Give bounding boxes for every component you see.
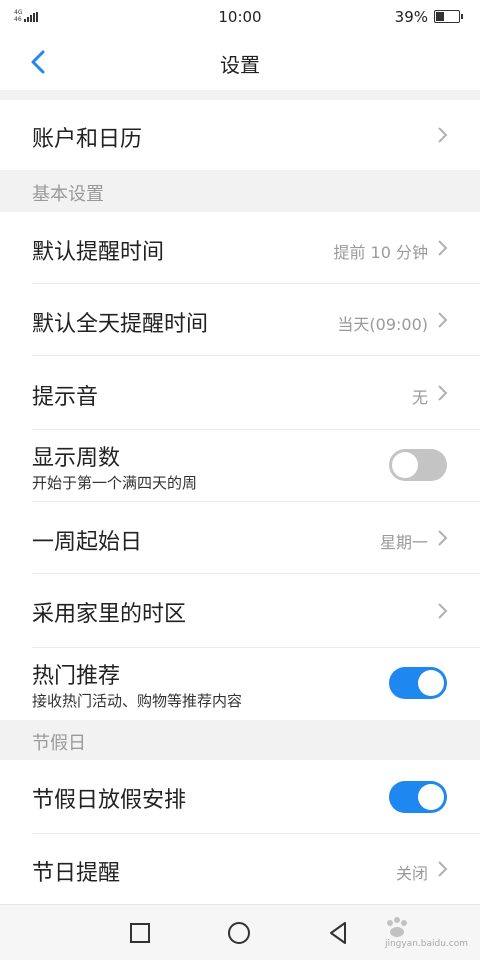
chevron-right-icon — [438, 240, 448, 256]
status-bar: 4G 46 10:00 39% — [0, 0, 480, 34]
section-title: 基本设置 — [32, 184, 104, 205]
row-week-start[interactable]: 一周起始日 星期一 — [0, 502, 480, 574]
row-subtitle: 开始于第一个满四天的周 — [32, 474, 198, 492]
row-value: 无 — [411, 388, 428, 407]
nav-back-button[interactable] — [322, 917, 354, 949]
chevron-right-icon — [438, 312, 448, 328]
section-header-basic: 基本设置 — [0, 170, 480, 212]
row-label: 账户和日历 — [32, 127, 143, 152]
top-spacer — [0, 90, 480, 100]
hot-recommend-toggle[interactable] — [389, 667, 447, 699]
battery-percent: 39% — [394, 8, 428, 26]
row-label: 一周起始日 — [32, 530, 143, 555]
row-label: 默认提醒时间 — [32, 240, 165, 265]
chevron-right-icon — [438, 530, 448, 546]
section-title: 节假日 — [32, 733, 86, 754]
row-week-numbers: 显示周数 开始于第一个满四天的周 — [0, 430, 480, 502]
row-subtitle: 接收热门活动、购物等推荐内容 — [32, 692, 243, 710]
toggle-knob — [418, 670, 444, 696]
watermark: jingyan.baidu.com — [376, 915, 472, 951]
row-label: 提示音 — [32, 385, 99, 410]
triangle-back-icon — [330, 922, 346, 944]
row-label: 节日提醒 — [32, 861, 121, 886]
title-bar: 设置 — [0, 34, 480, 90]
week-numbers-toggle[interactable] — [389, 449, 447, 481]
chevron-right-icon — [438, 861, 448, 877]
row-allday-reminder[interactable]: 默认全天提醒时间 当天(09:00) — [0, 284, 480, 356]
recent-apps-button[interactable] — [124, 917, 156, 949]
holiday-schedule-toggle[interactable] — [389, 781, 447, 813]
row-value: 当天(09:00) — [337, 315, 428, 334]
chevron-right-icon — [438, 127, 448, 143]
chevron-right-icon — [438, 385, 448, 401]
row-festival-reminder[interactable]: 节日提醒 关闭 — [0, 834, 480, 904]
watermark-text: jingyan.baidu.com — [384, 939, 468, 949]
row-label: 采用家里的时区 — [32, 602, 187, 627]
battery-fill — [436, 12, 445, 21]
paw-logo-icon — [387, 917, 407, 937]
row-value: 提前 10 分钟 — [333, 243, 428, 262]
row-holiday-schedule: 节假日放假安排 — [0, 760, 480, 834]
toggle-knob — [418, 784, 444, 810]
row-home-timezone[interactable]: 采用家里的时区 — [0, 574, 480, 648]
toggle-knob — [392, 452, 418, 478]
battery-icon — [434, 10, 463, 23]
row-account-calendar[interactable]: 账户和日历 — [0, 100, 480, 170]
row-sound[interactable]: 提示音 无 — [0, 356, 480, 430]
row-label: 热门推荐 — [32, 664, 121, 689]
row-value: 星期一 — [379, 533, 428, 552]
row-label: 默认全天提醒时间 — [32, 312, 209, 337]
row-hot-recommend: 热门推荐 接收热门活动、购物等推荐内容 — [0, 648, 480, 720]
system-nav-bar: jingyan.baidu.com — [0, 904, 480, 960]
row-label: 节假日放假安排 — [32, 788, 187, 813]
chevron-right-icon — [438, 603, 448, 619]
row-default-reminder[interactable]: 默认提醒时间 提前 10 分钟 — [0, 212, 480, 284]
row-label: 显示周数 — [32, 446, 121, 471]
row-value: 关闭 — [395, 864, 428, 883]
home-button[interactable] — [223, 917, 255, 949]
section-header-holiday: 节假日 — [0, 720, 480, 760]
page-title: 设置 — [220, 53, 260, 77]
circle-icon — [228, 922, 250, 944]
square-icon — [130, 923, 150, 943]
